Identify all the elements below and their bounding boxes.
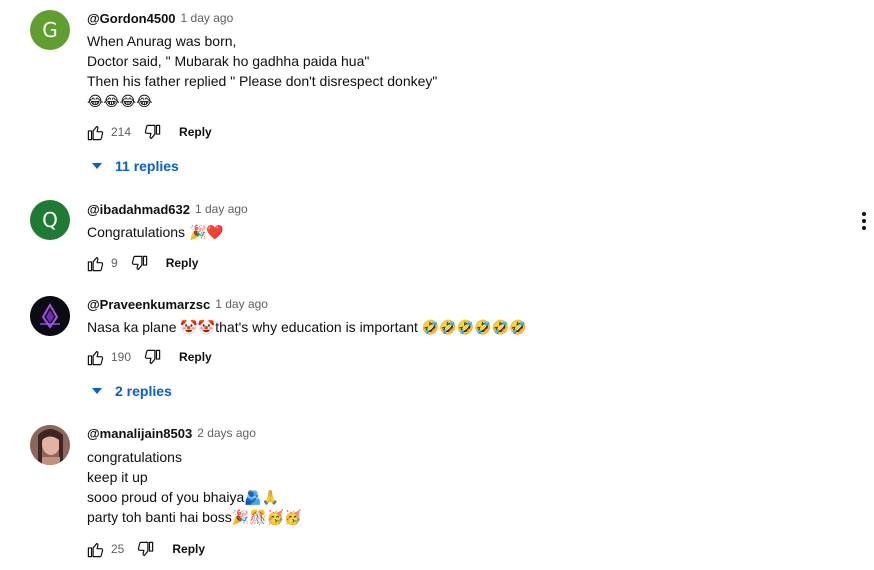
reply-button[interactable]: Reply xyxy=(166,256,199,270)
replies-label: 2 replies xyxy=(115,383,172,399)
reply-button[interactable]: Reply xyxy=(179,350,212,364)
comment-line: Doctor said, " Mubarak ho gadhha paida h… xyxy=(87,53,370,69)
like-count: 214 xyxy=(111,125,132,139)
like-count: 9 xyxy=(111,256,118,270)
comment-line: Nasa ka plane 🤡🤡that's why education is … xyxy=(87,319,527,335)
comment-actions: 214 Reply xyxy=(86,121,212,143)
thumbs-down-icon[interactable] xyxy=(143,348,162,367)
chevron-down-icon xyxy=(92,163,102,169)
comment-header: @ibadahmad632 1 day ago xyxy=(87,199,248,219)
comment-header: @Praveenkumarzsc 1 day ago xyxy=(87,294,268,314)
comment-actions: 190 Reply xyxy=(86,346,212,368)
comment-header: @manalijain8503 2 days ago xyxy=(87,423,256,443)
thumbs-down-icon[interactable] xyxy=(143,123,162,142)
chevron-down-icon xyxy=(92,388,102,394)
avatar[interactable]: G xyxy=(30,10,70,50)
comment-text: Nasa ka plane 🤡🤡that's why education is … xyxy=(87,317,526,337)
comment-actions: 25 Reply xyxy=(86,538,205,560)
like-count: 190 xyxy=(111,350,132,364)
thumbs-down-icon[interactable] xyxy=(130,254,149,273)
comment-author[interactable]: @Gordon4500 xyxy=(87,11,176,26)
avatar[interactable]: Q xyxy=(30,200,70,240)
comment-line: 😂😂😂😂 xyxy=(87,93,153,109)
comment-line: Then his father replied " Please don't d… xyxy=(87,73,438,89)
comment-line: Congratulations 🎉❤️ xyxy=(87,224,224,240)
comment-time[interactable]: 2 days ago xyxy=(197,426,256,440)
comment-author[interactable]: @manalijain8503 xyxy=(87,426,192,441)
comment-actions: 9 Reply xyxy=(86,252,198,274)
avatar[interactable] xyxy=(30,296,70,336)
comment-line: congratulations xyxy=(87,449,182,465)
comment-time[interactable]: 1 day ago xyxy=(181,11,234,25)
comment-line: When Anurag was born, xyxy=(87,33,237,49)
thumbs-down-icon[interactable] xyxy=(136,540,155,559)
thumbs-up-icon[interactable] xyxy=(86,123,105,142)
comment-line: sooo proud of you bhaiya🫂🙏 xyxy=(87,489,280,505)
view-replies-button[interactable]: 2 replies xyxy=(92,381,172,401)
comment-time[interactable]: 1 day ago xyxy=(215,297,268,311)
like-count: 25 xyxy=(111,542,125,556)
menu-dot xyxy=(862,226,866,230)
comment-header: @Gordon4500 1 day ago xyxy=(87,8,233,28)
menu-dot xyxy=(862,219,866,223)
comment-author[interactable]: @ibadahmad632 xyxy=(87,202,190,217)
thumbs-up-icon[interactable] xyxy=(86,348,105,367)
avatar[interactable] xyxy=(30,425,70,465)
profile-photo-icon xyxy=(30,425,70,465)
reply-button[interactable]: Reply xyxy=(179,125,212,139)
menu-dot xyxy=(862,212,866,216)
reply-button[interactable]: Reply xyxy=(172,542,205,556)
avatar-letter: Q xyxy=(42,208,58,232)
comment-line: keep it up xyxy=(87,469,148,485)
comment-text: congratulations keep it up sooo proud of… xyxy=(87,447,301,527)
replies-label: 11 replies xyxy=(115,158,179,174)
avatar-letter: G xyxy=(42,18,58,42)
comment-time[interactable]: 1 day ago xyxy=(195,202,248,216)
comment-text: When Anurag was born, Doctor said, " Mub… xyxy=(87,31,437,111)
channel-logo-icon xyxy=(30,296,70,336)
view-replies-button[interactable]: 11 replies xyxy=(92,156,179,176)
comment-text: Congratulations 🎉❤️ xyxy=(87,222,224,242)
thumbs-up-icon[interactable] xyxy=(86,540,105,559)
comment-author[interactable]: @Praveenkumarzsc xyxy=(87,297,210,312)
comment-line: party toh banti hai boss🎉🎊🥳🥳 xyxy=(87,509,302,525)
thumbs-up-icon[interactable] xyxy=(86,254,105,273)
more-actions-icon[interactable] xyxy=(860,212,868,230)
